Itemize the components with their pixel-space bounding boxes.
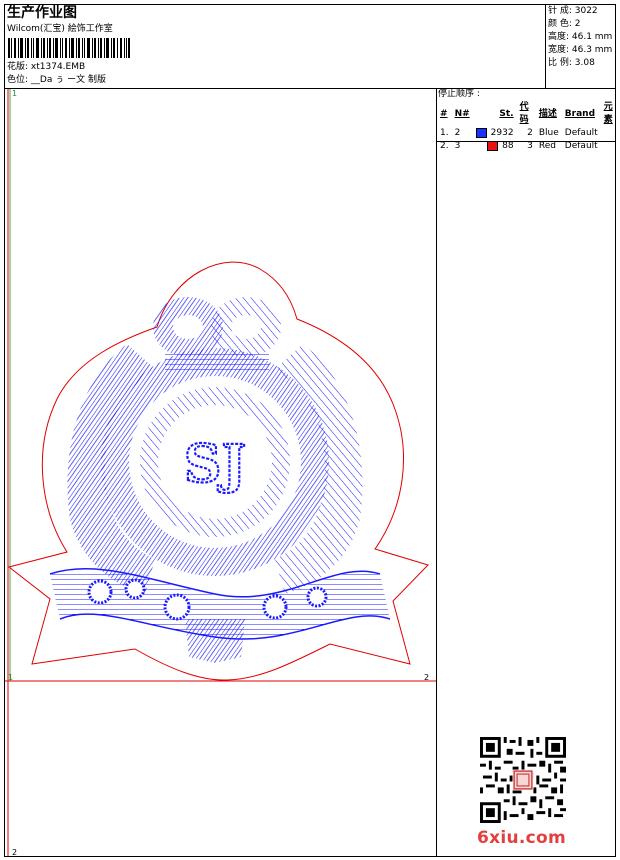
design-file-label: 花版: [7,62,29,72]
col-stitches: St. [499,108,514,119]
col-needle: N# [454,108,470,119]
page-title: 生产作业图 [7,5,77,21]
sheet-column-divider [436,88,437,857]
color-line: 色位: __Da ぅ ー文 制版 [7,75,106,86]
stitch-value: 2932 [490,128,514,138]
col-code: 代码 [519,102,529,125]
col-element: 元素 [603,102,613,125]
thread-color-swatch [487,140,499,151]
row-needle: 3 [454,141,461,151]
col-index: # [440,108,448,119]
row-stitches: 88 [473,140,517,153]
design-file-line: 花版: xt1374.EMB [7,62,85,73]
sequence-row: 2. 3 88 3 Red Default [437,140,620,153]
design-height: 高度: 46.1 mm [548,32,613,42]
row-stitches: 2932 [473,127,517,140]
col-brand: Brand [564,108,596,119]
stitch-value: 88 [502,141,514,151]
col-description: 描述 [538,108,557,119]
studio-name: Wilcom(汇宝) 絵饰工作室 [7,24,113,34]
color-label: 色位: [7,75,29,85]
stitch-count: 针 成: 3022 [548,6,598,16]
design-width: 宽度: 46.3 mm [548,45,613,55]
row-brand: Default [564,141,598,151]
sequence-header-row: # N# St. 代码 描述 Brand 元素 [437,101,620,127]
row-description: Blue [538,128,559,138]
row-code: 3 [527,141,533,151]
row-code: 2 [527,128,533,138]
watermark-logo: 6xiu.com [477,828,567,848]
sequence-title: 停止顺序 : [438,89,480,99]
qr-code [480,737,566,823]
stats-box: 针 成: 3022 颜 色: 2 高度: 46.1 mm 宽度: 46.3 mm… [548,5,612,70]
embroidery-preview: SJ [5,89,436,856]
design-scale: 比 例: 3.08 [548,58,595,68]
barcode [8,38,130,58]
row-index: 2. [440,141,449,151]
badge-stitching: SJ [49,297,391,663]
stop-sequence-table: # N# St. 代码 描述 Brand 元素 1. 2 2932 2 Blue Defa… [437,101,620,153]
sequence-row: 1. 2 2932 2 Blue Default [437,127,620,140]
row-brand: Default [564,128,598,138]
row-index: 1. [440,128,449,138]
color-value: __Da ぅ ー文 制版 [30,75,106,85]
thread-color-swatch [475,127,487,138]
color-count: 颜 色: 2 [548,19,581,29]
design-file-name: xt1374.EMB [30,62,86,72]
badge-monogram: SJ [184,434,246,495]
row-description: Red [538,141,556,151]
row-needle: 2 [454,128,461,138]
header-stats-divider [545,4,546,88]
row-element [601,127,620,140]
row-element [601,140,620,153]
